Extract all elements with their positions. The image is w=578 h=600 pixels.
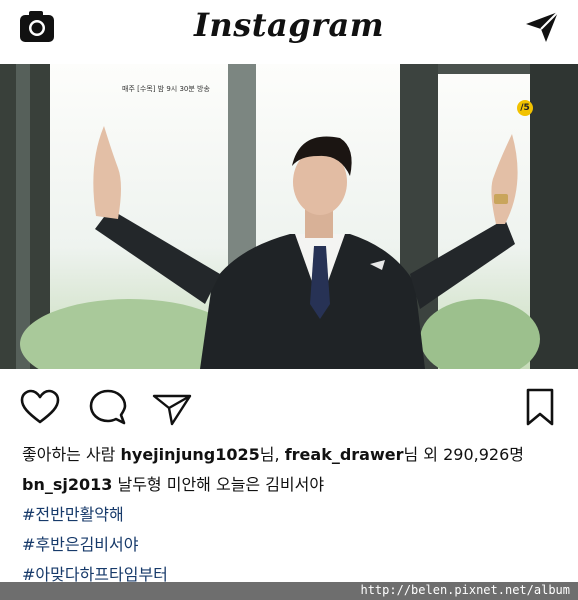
liker-username[interactable]: freak_drawer — [285, 445, 404, 464]
heart-icon[interactable] — [18, 386, 62, 430]
likes-separator: 님, — [259, 445, 285, 464]
post-image[interactable] — [0, 64, 578, 369]
likes-prefix: 좋아하는 사람 — [22, 445, 121, 464]
watermark-text: http://belen.pixnet.net/album — [360, 583, 570, 597]
comment-icon[interactable] — [86, 386, 130, 430]
liker-username[interactable]: hyejinjung1025 — [121, 445, 260, 464]
likes-count[interactable]: 님 외 290,926명 — [404, 445, 525, 464]
send-icon[interactable] — [150, 386, 194, 430]
channel-badge: /5 — [517, 100, 533, 116]
post-meta: 좋아하는 사람 hyejinjung1025님, freak_drawer님 외… — [22, 440, 562, 590]
author-username[interactable]: bn_sj2013 — [22, 475, 112, 494]
hashtag[interactable]: #전반만활약해 — [22, 500, 562, 530]
watermark-bar: http://belen.pixnet.net/album — [0, 582, 578, 600]
bookmark-icon[interactable] — [518, 386, 562, 430]
likes-line: 좋아하는 사람 hyejinjung1025님, freak_drawer님 외… — [22, 440, 562, 470]
paper-plane-icon[interactable] — [522, 8, 562, 44]
top-bar: Instagram — [0, 0, 578, 64]
caption-text: 날두형 미안해 오늘은 김비서야 — [112, 475, 325, 494]
instagram-logo: Instagram — [193, 6, 385, 44]
post-actions — [0, 378, 578, 434]
caption-line: bn_sj2013 날두형 미안해 오늘은 김비서야 — [22, 470, 562, 500]
broadcast-overlay-text: 매주 [수목] 밤 9시 30분 방송 — [122, 85, 210, 93]
hashtag[interactable]: #후반은김비서야 — [22, 530, 562, 560]
